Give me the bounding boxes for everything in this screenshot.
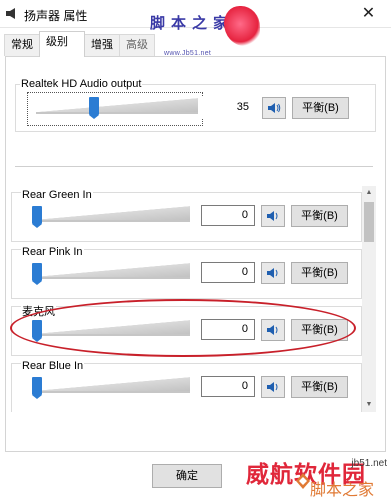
tab-general[interactable]: 常规 (4, 34, 40, 56)
close-button[interactable]: ✕ (346, 0, 391, 28)
speaker-app-icon (6, 8, 15, 19)
input-mute-button[interactable] (261, 262, 285, 284)
input-list: Rear Green In 0 平衡(B) Rear Pink In 0 平衡(… (11, 186, 362, 412)
master-slider-thumb[interactable] (89, 97, 100, 119)
input-volume-value[interactable]: 0 (201, 205, 255, 226)
tab-advanced[interactable]: 高级 (119, 34, 155, 56)
speaker-icon (268, 103, 281, 113)
input-label: Rear Blue In (21, 360, 85, 372)
list-item: Rear Green In 0 平衡(B) (11, 186, 362, 242)
watermark-logo-icon (296, 473, 310, 489)
input-mute-button[interactable] (261, 319, 285, 341)
watermark-site-name: 威航软件园 (246, 462, 366, 488)
speaker-icon (267, 382, 278, 392)
list-item: 麦克风 0 平衡(B) (11, 300, 362, 356)
list-item: Rear Pink In 0 平衡(B) (11, 243, 362, 299)
input-volume-value[interactable]: 0 (201, 262, 255, 283)
master-mute-button[interactable] (262, 97, 286, 119)
input-slider-thumb[interactable] (32, 377, 42, 399)
watermark-sub: 脚本之家 (310, 480, 375, 498)
input-balance-button[interactable]: 平衡(B) (291, 262, 348, 284)
input-volume-value[interactable]: 0 (201, 319, 255, 340)
scroll-up-icon[interactable]: ▲ (362, 186, 376, 200)
master-volume-value[interactable]: 35 (202, 97, 256, 118)
list-item: Rear Blue In 0 平衡(B) (11, 357, 362, 412)
title-bar: 扬声器 属性 ✕ (0, 0, 391, 28)
tab-levels[interactable]: 级别 (39, 31, 85, 57)
scrollbar-thumb[interactable] (364, 202, 374, 242)
input-slider-thumb[interactable] (32, 263, 42, 285)
speaker-icon (267, 325, 278, 335)
input-balance-button[interactable]: 平衡(B) (291, 205, 348, 227)
speaker-icon (267, 268, 278, 278)
input-slider[interactable] (32, 206, 190, 220)
scroll-down-icon[interactable]: ▼ (362, 398, 376, 412)
input-balance-button[interactable]: 平衡(B) (291, 376, 348, 398)
input-slider-thumb[interactable] (32, 320, 42, 342)
input-label: Rear Pink In (21, 246, 84, 258)
speaker-icon (267, 211, 278, 221)
input-slider[interactable] (32, 263, 190, 277)
input-label: Rear Green In (21, 189, 93, 201)
tab-strip: 常规 级别 增强 高级 (0, 28, 391, 57)
window-title: 扬声器 属性 (24, 9, 88, 23)
master-slider[interactable] (36, 98, 198, 112)
list-scrollbar[interactable]: ▲ ▼ (362, 186, 376, 412)
input-label: 麦克风 (21, 303, 56, 319)
input-balance-button[interactable]: 平衡(B) (291, 319, 348, 341)
tab-enhancements[interactable]: 增强 (84, 34, 120, 56)
watermark-site-url: jb51.net (351, 458, 387, 469)
input-slider[interactable] (32, 320, 190, 334)
master-balance-button[interactable]: 平衡(B) (292, 97, 349, 119)
ok-button[interactable]: 确定 (152, 464, 222, 488)
input-mute-button[interactable] (261, 376, 285, 398)
input-mute-button[interactable] (261, 205, 285, 227)
master-output-label: Realtek HD Audio output (20, 78, 143, 90)
section-separator (15, 166, 373, 167)
master-slider-base (36, 112, 198, 114)
input-slider[interactable] (32, 377, 190, 391)
input-volume-value[interactable]: 0 (201, 376, 255, 397)
input-slider-thumb[interactable] (32, 206, 42, 228)
